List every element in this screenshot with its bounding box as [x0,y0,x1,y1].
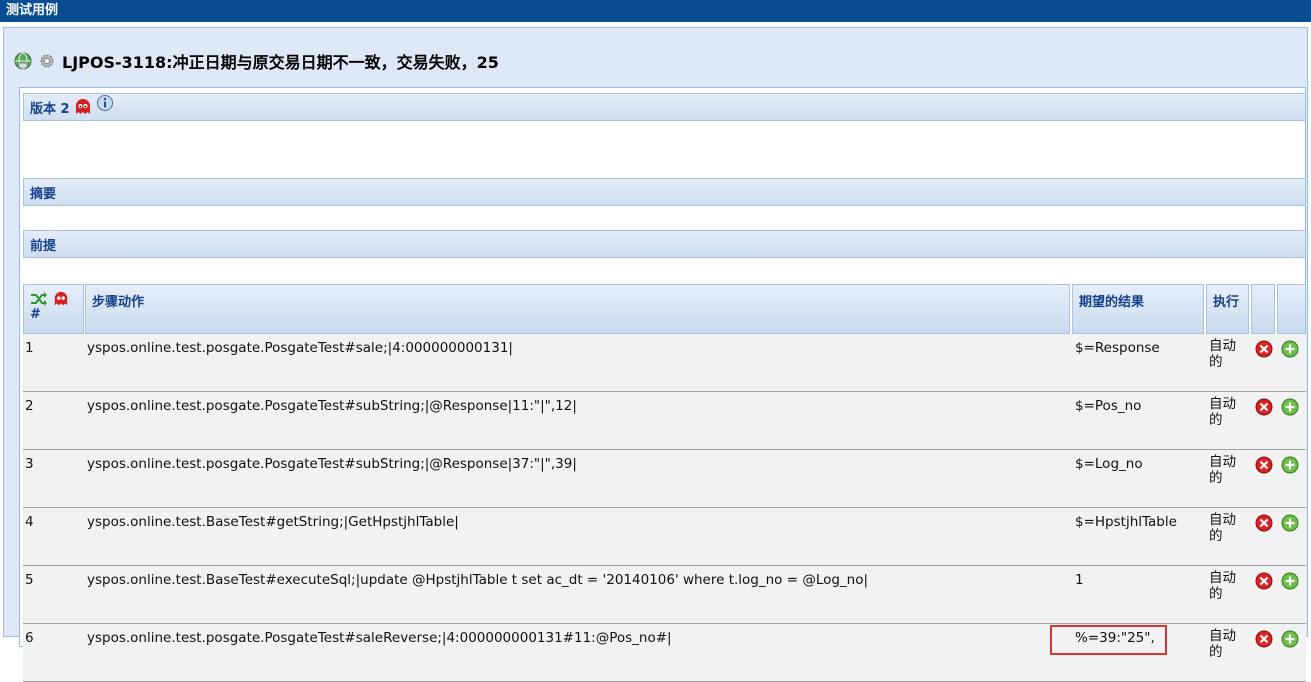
version-label: 版本 2 [30,101,70,117]
delete-step-button[interactable] [1255,456,1273,474]
delete-step-button[interactable] [1255,340,1273,358]
red-ghost-icon[interactable] [74,98,92,116]
exec-column-header[interactable]: 执行 [1206,284,1249,334]
globe-run-icon[interactable] [14,52,32,70]
delete-step-button[interactable] [1255,398,1273,416]
step-action[interactable]: yspos.online.test.posgate.PosgateTest#su… [87,456,577,472]
table-row[interactable]: 5 yspos.online.test.BaseTest#executeSql;… [23,566,1306,624]
delete-icon[interactable] [1255,630,1273,648]
add-step-button[interactable] [1281,630,1299,648]
add-icon[interactable] [1281,514,1299,532]
step-number: 2 [25,398,34,414]
delete-icon[interactable] [1255,456,1273,474]
step-number: 5 [25,572,34,588]
num-column-header[interactable]: # [23,284,84,334]
delete-icon[interactable] [1255,572,1273,590]
add-icon[interactable] [1281,630,1299,648]
table-row[interactable]: 4 yspos.online.test.BaseTest#getString;|… [23,508,1306,566]
window-title: 测试用例 [0,0,1311,22]
testcase-header: LJPOS-3118:冲正日期与原交易日期不一致，交易失败，25 [14,48,499,74]
step-action[interactable]: yspos.online.test.BaseTest#getString;|Ge… [87,514,459,530]
table-row[interactable]: 2 yspos.online.test.posgate.PosgateTest#… [23,392,1306,450]
table-row[interactable]: 1 yspos.online.test.posgate.PosgateTest#… [23,334,1306,392]
step-number: 4 [25,514,34,530]
summary-label: 摘要 [30,186,57,202]
shuffle-arrows-icon[interactable] [30,291,48,307]
num-header-label: # [30,307,41,322]
step-expected[interactable]: 1 [1075,572,1084,588]
add-step-button[interactable] [1281,572,1299,590]
add-icon[interactable] [1281,456,1299,474]
add-column-header [1277,284,1306,334]
delete-step-button[interactable] [1255,572,1273,590]
add-icon[interactable] [1281,340,1299,358]
delete-icon[interactable] [1255,340,1273,358]
testcase-title: LJPOS-3118:冲正日期与原交易日期不一致，交易失败，25 [62,53,499,72]
info-icon[interactable] [96,94,114,112]
gear-icon[interactable] [38,52,56,70]
delete-column-header [1251,284,1275,334]
add-icon[interactable] [1281,398,1299,416]
step-expected[interactable]: %=39:"25", [1075,630,1155,646]
precondition-section[interactable]: 前提 [23,230,1306,258]
steps-table-header: # 步骤动作 期望的结果 执行 [23,284,1306,334]
delete-step-button[interactable] [1255,630,1273,648]
step-number: 6 [25,630,34,646]
delete-icon[interactable] [1255,398,1273,416]
add-step-button[interactable] [1281,340,1299,358]
step-expected[interactable]: $=Pos_no [1075,398,1141,414]
step-action[interactable]: yspos.online.test.posgate.PosgateTest#su… [87,398,577,414]
step-exec: 自动的 [1209,338,1236,370]
precondition-label: 前提 [30,238,57,254]
testcase-body: 版本 2 摘要 前提 # 步骤动作 期望的结果 执行 1 yspos.onlin… [19,87,1306,682]
add-icon[interactable] [1281,572,1299,590]
delete-icon[interactable] [1255,514,1273,532]
delete-step-button[interactable] [1255,514,1273,532]
step-exec: 自动的 [1209,454,1236,486]
summary-section[interactable]: 摘要 [23,178,1306,206]
step-expected[interactable]: $=Response [1075,340,1160,356]
table-row[interactable]: 6 yspos.online.test.posgate.PosgateTest#… [23,624,1306,682]
version-section[interactable]: 版本 2 [23,93,1306,121]
step-action[interactable]: yspos.online.test.posgate.PosgateTest#sa… [87,340,513,356]
step-number: 1 [25,340,34,356]
testcase-panel: LJPOS-3118:冲正日期与原交易日期不一致，交易失败，25 版本 2 摘要… [3,27,1308,682]
step-exec: 自动的 [1209,512,1236,544]
step-exec: 自动的 [1209,396,1236,428]
action-column-header[interactable]: 步骤动作 [85,284,1070,334]
add-step-button[interactable] [1281,456,1299,474]
table-row[interactable]: 3 yspos.online.test.posgate.PosgateTest#… [23,450,1306,508]
step-number: 3 [25,456,34,472]
step-action[interactable]: yspos.online.test.BaseTest#executeSql;|u… [87,572,868,588]
expected-column-header[interactable]: 期望的结果 [1072,284,1204,334]
step-action[interactable]: yspos.online.test.posgate.PosgateTest#sa… [87,630,672,646]
step-exec: 自动的 [1209,570,1236,602]
red-ghost-icon[interactable] [53,291,69,307]
add-step-button[interactable] [1281,514,1299,532]
step-expected[interactable]: $=Log_no [1075,456,1143,472]
step-expected[interactable]: $=HpstjhlTable [1075,514,1177,530]
add-step-button[interactable] [1281,398,1299,416]
step-exec: 自动的 [1209,628,1236,660]
